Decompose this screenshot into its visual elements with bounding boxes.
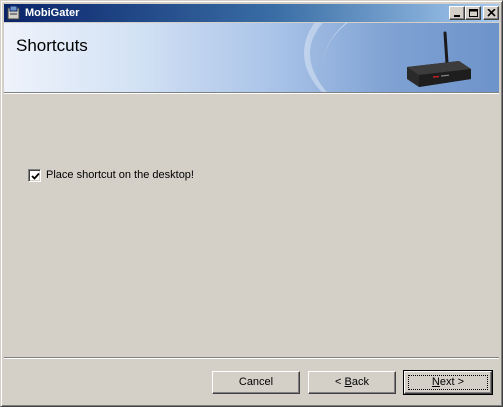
desktop-shortcut-label[interactable]: Place shortcut on the desktop! (46, 169, 194, 181)
footer-separator (4, 357, 499, 359)
router-device-image (407, 31, 471, 87)
close-icon (487, 9, 496, 17)
maximize-icon (469, 9, 478, 17)
back-accelerator: B (344, 376, 352, 388)
page-title: Shortcuts (16, 36, 88, 55)
cancel-button[interactable]: Cancel (212, 371, 300, 394)
window-title: MobiGater (25, 7, 80, 19)
next-button[interactable]: Next > (403, 370, 493, 395)
desktop-shortcut-checkbox[interactable] (28, 168, 41, 182)
back-button[interactable]: < Back (308, 371, 396, 394)
header-separator (4, 92, 499, 94)
focus-rectangle (408, 375, 488, 390)
back-arrow: < (335, 376, 342, 388)
back-label: ack (351, 376, 369, 388)
desktop-shortcut-option[interactable]: Place shortcut on the desktop! (28, 168, 194, 182)
title-bar[interactable]: MobiGater (4, 4, 499, 22)
minimize-button[interactable] (449, 6, 465, 20)
checkmark-icon (31, 172, 40, 180)
app-installer-icon[interactable] (6, 5, 22, 21)
maximize-button[interactable] (465, 6, 481, 20)
header-banner: Shortcuts (4, 23, 499, 92)
installer-window: MobiGater Shortcuts Place shortcut on th… (0, 0, 503, 407)
close-button[interactable] (483, 6, 499, 20)
minimize-icon (454, 15, 460, 17)
